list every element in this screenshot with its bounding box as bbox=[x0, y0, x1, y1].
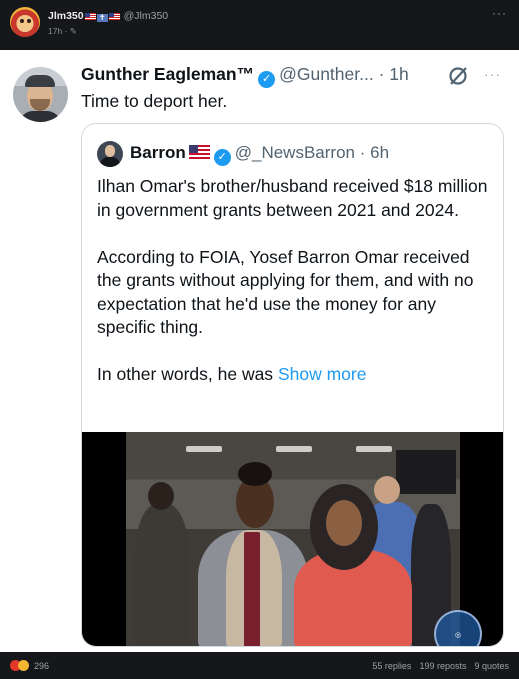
post-meta: 17h · ✎ bbox=[48, 26, 77, 36]
thumbs-up-reaction-icon bbox=[18, 660, 29, 671]
quote-paragraph: In other words, he was Show more bbox=[97, 363, 497, 387]
more-icon[interactable]: ··· bbox=[492, 6, 507, 20]
quoted-tweet[interactable]: Barron ✓ @_NewsBarron · 6h Ilhan Omar's br… bbox=[81, 123, 504, 647]
reposts-count[interactable]: 199 reposts bbox=[419, 661, 466, 671]
watermark-logo: ◎ bbox=[434, 610, 482, 646]
tweet-text: Time to deport her. bbox=[81, 91, 228, 111]
quote-text: Ilhan Omar's brother/husband received $1… bbox=[97, 175, 497, 387]
avatar[interactable] bbox=[10, 7, 40, 37]
us-flag-icon bbox=[188, 145, 210, 159]
show-more-link[interactable]: Show more bbox=[278, 364, 367, 384]
quote-time[interactable]: 6h bbox=[370, 143, 389, 162]
tweet-card: Gunther Eagleman™ ✓ @Gunther... · 1h ··· T… bbox=[0, 50, 519, 652]
quote-author-name[interactable]: Barron bbox=[130, 143, 186, 162]
post-stats: 55 replies 199 reposts 9 quotes bbox=[364, 661, 509, 671]
flag-icons: ✝ bbox=[84, 11, 121, 23]
verified-badge-icon: ✓ bbox=[213, 149, 231, 166]
quote-last-line: In other words, he was bbox=[97, 364, 274, 384]
grok-icon[interactable] bbox=[447, 65, 469, 87]
quote-avatar[interactable] bbox=[97, 141, 123, 167]
quote-photo[interactable]: ◎ bbox=[82, 432, 503, 646]
reactions[interactable]: 296 bbox=[10, 660, 49, 671]
post-header: Jlm350 ✝ @Jlm350 17h · ✎ ··· bbox=[0, 0, 519, 50]
user-handle: @Jlm350 bbox=[123, 10, 169, 22]
verified-badge-icon: ✓ bbox=[258, 71, 276, 88]
edited-icon: ✎ bbox=[69, 26, 77, 36]
tweet-header: Gunther Eagleman™ ✓ @Gunther... · 1h bbox=[81, 64, 409, 88]
username[interactable]: Jlm350 bbox=[48, 10, 84, 22]
tweet-more-icon[interactable]: ··· bbox=[484, 66, 501, 82]
quote-author-handle[interactable]: @_NewsBarron bbox=[235, 143, 355, 162]
quote-header: Barron ✓ @_NewsBarron · 6h bbox=[130, 143, 389, 166]
post-time: 17h bbox=[48, 26, 63, 36]
tweet-author-name[interactable]: Gunther Eagleman™ bbox=[81, 64, 254, 84]
tweet-avatar[interactable] bbox=[13, 67, 68, 122]
quote-paragraph: According to FOIA, Yosef Barron Omar rec… bbox=[97, 246, 474, 338]
reaction-count: 296 bbox=[34, 661, 50, 671]
tweet-time[interactable]: 1h bbox=[389, 64, 408, 84]
tweet-separator: · bbox=[378, 64, 385, 84]
quote-separator: · bbox=[359, 143, 366, 162]
quotes-count[interactable]: 9 quotes bbox=[474, 661, 509, 671]
post-footer: 296 55 replies 199 reposts 9 quotes bbox=[0, 652, 519, 679]
post-author[interactable]: Jlm350 ✝ @Jlm350 bbox=[48, 10, 168, 23]
tweet-author-handle[interactable]: @Gunther... bbox=[279, 64, 374, 84]
photo-scene bbox=[126, 432, 460, 646]
quote-paragraph: Ilhan Omar's brother/husband received $1… bbox=[97, 176, 488, 220]
replies-count[interactable]: 55 replies bbox=[372, 661, 411, 671]
